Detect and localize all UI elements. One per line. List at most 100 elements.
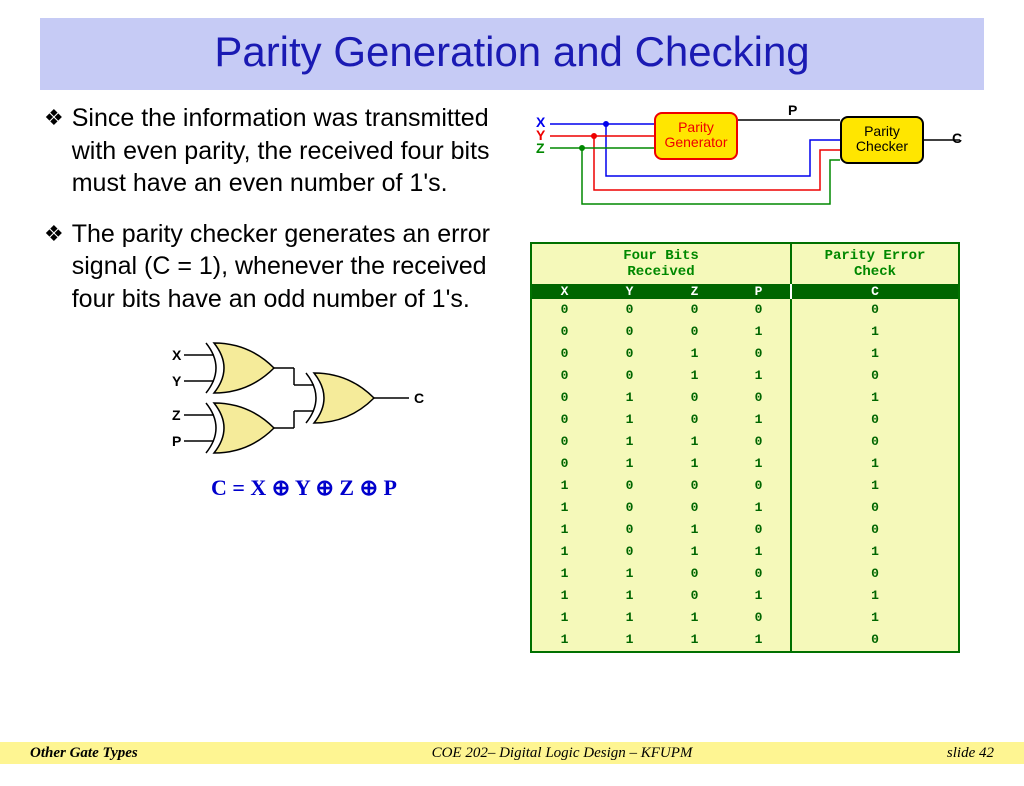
table-cell: 1: [597, 409, 662, 431]
table-cell: 1: [792, 475, 958, 497]
table-cell: 0: [727, 475, 792, 497]
table-cell: 0: [597, 365, 662, 387]
table-row: 01010: [532, 409, 958, 431]
table-cell: 1: [532, 475, 597, 497]
bullet-text: The parity checker generates an error si…: [72, 218, 510, 316]
col-header-p: P: [727, 284, 792, 299]
table-cell: 0: [792, 497, 958, 519]
table-cell: 0: [532, 387, 597, 409]
table-cell: 0: [532, 343, 597, 365]
footer-right: slide 42: [834, 745, 994, 762]
table-cell: 0: [792, 519, 958, 541]
col-header-x: X: [532, 284, 597, 299]
table-row: 01100: [532, 431, 958, 453]
table-row: 11011: [532, 585, 958, 607]
table-cell: 0: [662, 585, 727, 607]
table-cell: 1: [662, 629, 727, 651]
diagram-table-column: X Y Z P C Parity Generator Parity Checke…: [520, 102, 980, 653]
group-header-left-sub: Received: [627, 264, 694, 280]
table-cell: 0: [597, 343, 662, 365]
table-cell: 1: [662, 607, 727, 629]
table-row: 00101: [532, 343, 958, 365]
table-cell: 1: [727, 409, 792, 431]
table-cell: 1: [792, 343, 958, 365]
table-group-header: Four Bits Received Parity Error Check: [532, 244, 958, 284]
block-label: Parity: [864, 123, 900, 139]
parity-generator-block: Parity Generator: [654, 112, 738, 160]
signal-label-p: P: [788, 102, 797, 118]
table-cell: 1: [662, 453, 727, 475]
table-row: 10010: [532, 497, 958, 519]
group-header-left: Four Bits: [623, 248, 699, 264]
table-cell: 1: [597, 585, 662, 607]
table-cell: 1: [792, 541, 958, 563]
table-cell: 0: [727, 299, 792, 321]
table-cell: 1: [792, 585, 958, 607]
table-cell: 1: [792, 387, 958, 409]
parity-checker-block: Parity Checker: [840, 116, 924, 164]
table-cell: 0: [532, 299, 597, 321]
truth-table: Four Bits Received Parity Error Check X …: [530, 242, 960, 653]
signal-label-z: Z: [172, 407, 181, 423]
block-diagram: X Y Z P C Parity Generator Parity Checke…: [530, 102, 960, 242]
table-row: 00110: [532, 365, 958, 387]
table-cell: 1: [597, 563, 662, 585]
table-cell: 0: [597, 475, 662, 497]
table-row: 11101: [532, 607, 958, 629]
xor-gates-svg: [174, 333, 494, 473]
table-cell: 1: [727, 497, 792, 519]
table-cell: 0: [532, 321, 597, 343]
bullet-text: Since the information was transmitted wi…: [72, 102, 510, 200]
table-row: 11000: [532, 563, 958, 585]
table-cell: 0: [662, 563, 727, 585]
table-cell: 0: [597, 321, 662, 343]
table-row: 01111: [532, 453, 958, 475]
table-cell: 0: [662, 475, 727, 497]
table-cell: 0: [727, 431, 792, 453]
group-header-right-sub: Check: [854, 264, 896, 280]
table-cell: 0: [597, 519, 662, 541]
footer-center: COE 202– Digital Logic Design – KFUPM: [290, 745, 834, 762]
table-row: 01001: [532, 387, 958, 409]
signal-label-z: Z: [536, 140, 545, 156]
table-cell: 1: [792, 321, 958, 343]
table-cell: 0: [532, 365, 597, 387]
signal-label-c: C: [414, 390, 424, 406]
table-cell: 0: [792, 629, 958, 651]
table-cell: 0: [792, 409, 958, 431]
table-cell: 0: [662, 299, 727, 321]
text-column: ❖ Since the information was transmitted …: [0, 102, 520, 653]
slide-title: Parity Generation and Checking: [40, 28, 984, 76]
table-cell: 0: [792, 299, 958, 321]
xor-gate-diagram: X Y Z P C: [174, 333, 494, 473]
slide-content: ❖ Since the information was transmitted …: [0, 102, 1024, 653]
table-cell: 1: [792, 453, 958, 475]
parity-equation: C = X ⊕ Y ⊕ Z ⊕ P: [144, 475, 464, 501]
table-cell: 1: [727, 453, 792, 475]
table-cell: 1: [532, 629, 597, 651]
table-cell: 0: [792, 365, 958, 387]
block-label: Generator: [664, 134, 727, 150]
table-cell: 0: [662, 497, 727, 519]
table-cell: 1: [532, 497, 597, 519]
table-cell: 1: [662, 365, 727, 387]
table-cell: 1: [597, 629, 662, 651]
table-cell: 0: [662, 321, 727, 343]
table-cell: 0: [727, 563, 792, 585]
table-cell: 1: [727, 585, 792, 607]
table-cell: 1: [727, 321, 792, 343]
table-row: 11110: [532, 629, 958, 651]
table-cell: 1: [597, 431, 662, 453]
signal-label-c: C: [952, 130, 962, 146]
table-row: 10111: [532, 541, 958, 563]
table-cell: 1: [662, 541, 727, 563]
table-cell: 1: [727, 629, 792, 651]
table-cell: 0: [532, 409, 597, 431]
block-label: Parity: [678, 119, 714, 135]
table-cell: 0: [597, 497, 662, 519]
diamond-icon: ❖: [44, 102, 64, 200]
table-cell: 1: [532, 607, 597, 629]
table-cell: 0: [727, 343, 792, 365]
table-cell: 0: [792, 431, 958, 453]
table-cell: 1: [662, 343, 727, 365]
